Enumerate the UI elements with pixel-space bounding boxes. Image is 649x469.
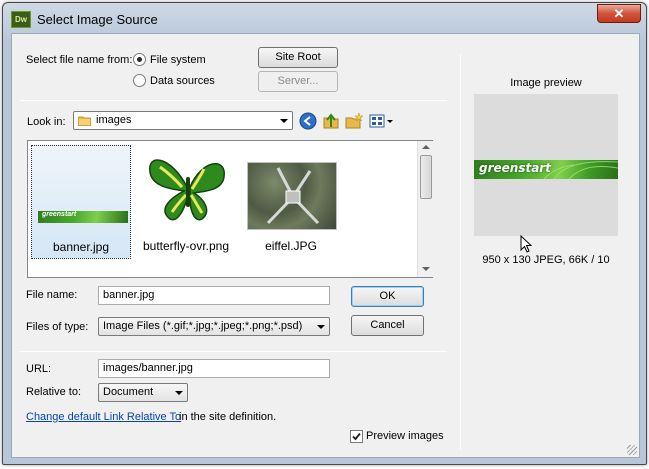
files-of-type-dropdown[interactable]: Image Files (*.gif;*.jpg;*.jpeg;*.png;*.… <box>98 317 330 336</box>
mouse-cursor-icon <box>520 235 532 253</box>
site-root-button[interactable]: Site Root <box>258 47 338 68</box>
butterfly-image <box>149 159 225 221</box>
url-field[interactable]: images/banner.jpg <box>98 359 330 378</box>
change-default-link[interactable]: Change default Link Relative To <box>26 411 181 423</box>
preview-images-checkbox[interactable] <box>350 430 363 443</box>
dialog-body: Select file name from: File system Data … <box>11 33 640 458</box>
view-menu-icon[interactable] <box>368 112 394 130</box>
look-in-value: images <box>96 114 132 126</box>
back-icon[interactable] <box>299 112 317 130</box>
cancel-button[interactable]: Cancel <box>351 315 424 336</box>
image-preview-heading: Image preview <box>510 77 582 89</box>
checkmark-icon <box>352 432 361 441</box>
file-list-scrollbar[interactable] <box>417 141 433 277</box>
relative-to-label: Relative to: <box>26 386 82 398</box>
image-info: 950 x 130 JPEG, 66K / 10 <box>482 254 610 266</box>
banner-thumbnail-image: greenstart <box>38 211 128 223</box>
data-sources-label[interactable]: Data sources <box>150 75 215 87</box>
url-label: URL: <box>26 363 52 375</box>
file-system-radio[interactable] <box>133 53 146 66</box>
file-system-label[interactable]: File system <box>150 54 206 66</box>
eiffel-image <box>247 162 337 230</box>
scrollbar-thumb[interactable] <box>420 155 432 199</box>
dialog-title: Select Image Source <box>37 12 158 27</box>
file-item-eiffel[interactable]: eiffel.JPG <box>241 145 341 259</box>
middle-divider <box>20 351 447 352</box>
preview-images-label[interactable]: Preview images <box>366 430 444 442</box>
butterfly-thumbnail <box>142 147 232 233</box>
radio-selected-dot <box>137 57 142 62</box>
select-file-name-from-label: Select file name from: <box>26 54 133 66</box>
file-name-label: File name: <box>26 289 78 301</box>
dreamweaver-app-icon: Dw <box>11 11 31 28</box>
folder-icon <box>77 115 92 127</box>
close-button[interactable]: ✕ <box>597 4 641 23</box>
up-folder-icon[interactable] <box>322 112 340 130</box>
file-list[interactable]: greenstart banner.jpg butterfly-ovr.png <box>27 140 433 278</box>
chevron-down-icon <box>317 325 325 329</box>
relative-to-dropdown[interactable]: Document <box>98 383 188 402</box>
banner-thumbnail: greenstart <box>38 148 128 234</box>
scroll-down-icon[interactable] <box>422 267 430 271</box>
file-item-label: eiffel.JPG <box>265 239 317 253</box>
resize-grip[interactable] <box>627 445 637 455</box>
dialog-window: Dw Select Image Source ✕ Select file nam… <box>2 2 647 465</box>
look-in-label: Look in: <box>27 116 66 128</box>
preview-banner-image: greenstart <box>474 160 618 179</box>
relative-to-value: Document <box>103 386 154 398</box>
files-of-type-value: Image Files (*.gif;*.jpg;*.jpeg;*.png;*.… <box>103 320 303 332</box>
eiffel-thumbnail <box>247 147 337 233</box>
look-in-dropdown[interactable]: images <box>73 111 293 130</box>
server-button[interactable]: Server... <box>258 71 338 92</box>
chevron-down-icon <box>175 391 183 395</box>
files-of-type-label: Files of type: <box>26 321 89 333</box>
file-item-banner[interactable]: greenstart banner.jpg <box>31 145 131 259</box>
vertical-divider <box>460 54 461 450</box>
scroll-up-icon[interactable] <box>422 145 430 149</box>
top-divider <box>20 100 447 101</box>
new-folder-icon[interactable] <box>345 112 364 130</box>
image-preview-box: greenstart <box>474 94 618 236</box>
ok-button[interactable]: OK <box>351 286 424 307</box>
title-bar[interactable]: Dw Select Image Source ✕ <box>3 3 646 33</box>
file-item-label: banner.jpg <box>52 240 110 254</box>
file-item-butterfly[interactable]: butterfly-ovr.png <box>136 145 236 259</box>
change-default-suffix: in the site definition. <box>179 411 277 423</box>
data-sources-radio[interactable] <box>133 74 146 87</box>
file-item-label: butterfly-ovr.png <box>142 239 230 253</box>
chevron-down-icon <box>280 119 288 123</box>
file-name-field[interactable]: banner.jpg <box>98 286 330 305</box>
banner-thumbnail-text: greenstart <box>42 211 77 218</box>
